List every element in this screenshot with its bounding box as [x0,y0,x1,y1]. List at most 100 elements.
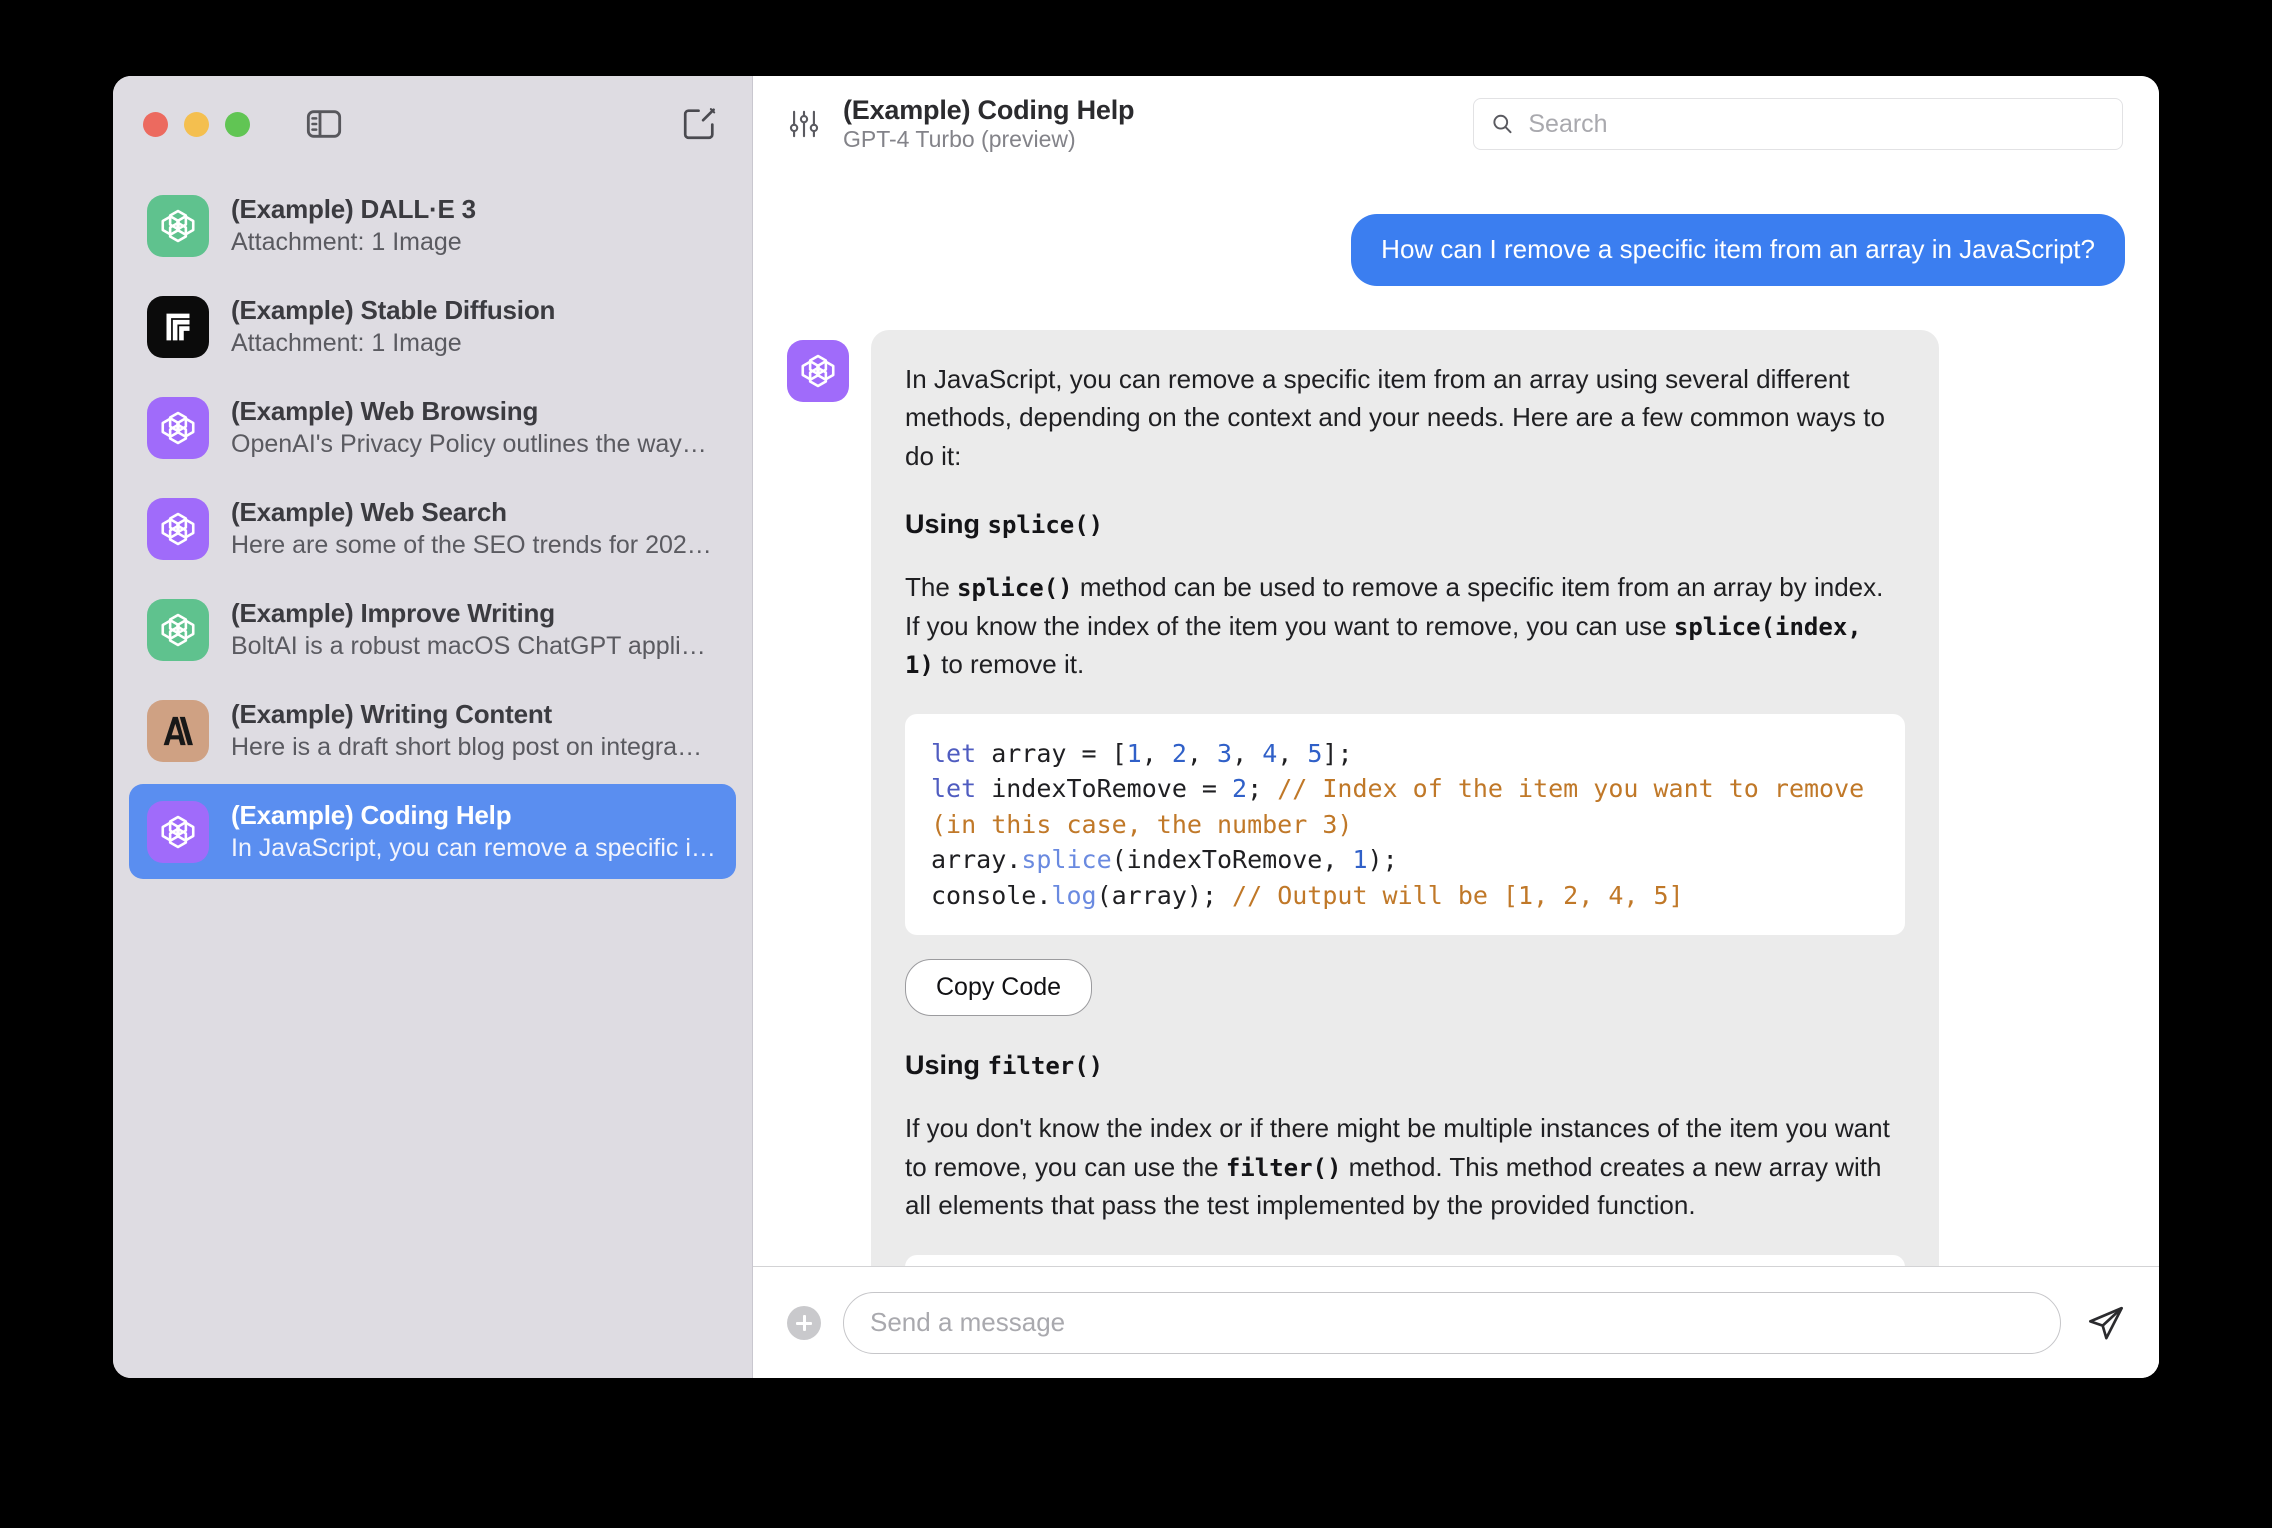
assistant-message-bubble: In JavaScript, you can remove a specific… [871,329,1939,1266]
openai-icon [155,607,201,653]
code-text: , [1141,738,1172,768]
conversation-title-block: (Example) Coding Help GPT-4 Turbo (previ… [843,95,1135,153]
chat-list-item-text: (Example) DALL·E 3 Attachment: 1 Image [231,194,718,257]
code-text: ]; [1322,738,1353,768]
splice-para-text-a: The [905,572,958,603]
message-input-field[interactable] [843,1291,2061,1354]
chat-list-item-preview: Here are some of the SEO trends for 202… [231,531,712,559]
chat-list-item-text: (Example) Web Search Here are some of the… [231,497,718,560]
openai-icon [795,348,841,394]
new-chat-button[interactable] [680,105,718,143]
code-text: (indexToRemove, [1111,845,1353,875]
chat-list-item-text: (Example) Stable Diffusion Attachment: 1 … [231,295,718,358]
chat-list-item[interactable]: (Example) Web Search Here are some of the… [129,481,736,576]
heading-prefix: Using [905,509,988,540]
avatar [787,339,849,402]
code-block-splice[interactable]: let array = [1, 2, 3, 4, 5]; let indexTo… [905,713,1905,936]
chat-list-item[interactable]: (Example) Web Browsing OpenAI's Privacy P… [129,380,736,475]
message-composer [753,1266,2159,1378]
search-input[interactable] [1528,109,2106,139]
openai-icon [155,203,201,249]
section-heading-splice: Using splice() [905,509,1905,540]
anthropic-icon [155,708,201,754]
traffic-lights [143,111,250,137]
chat-list[interactable]: (Example) DALL·E 3 Attachment: 1 Image (Ex… [113,172,752,1378]
splice-para-text-c: to remove it. [933,649,1085,680]
chat-list-item-preview: Attachment: 1 Image [231,228,462,256]
chat-list-item-preview: Here is a draft short blog post on integ… [231,733,703,761]
chat-list-item-text: (Example) Coding Help In JavaScript, you … [231,800,718,863]
code-text: ); [1367,845,1398,875]
chat-list-item-title: (Example) Writing Content [231,699,552,729]
avatar [147,699,209,762]
compose-icon [680,105,718,143]
chat-list-item[interactable]: (Example) Stable Diffusion Attachment: 1 … [129,279,736,374]
chat-list-item-title: (Example) DALL·E 3 [231,194,476,224]
code-function: splice [1021,845,1112,875]
code-block-filter-truncated[interactable] [905,1254,1905,1266]
message-row-assistant: In JavaScript, you can remove a specific… [787,329,2125,1266]
code-text: ; [1247,774,1278,804]
sidebar-toggle-button[interactable] [304,104,344,144]
sidebar: (Example) DALL·E 3 Attachment: 1 Image (Ex… [113,76,753,1378]
chat-settings-button[interactable] [787,107,821,141]
main-panel: (Example) Coding Help GPT-4 Turbo (previ… [753,76,2159,1378]
avatar [147,800,209,863]
heading-prefix: Using [905,1050,988,1081]
minimize-window-button[interactable] [184,111,209,137]
chat-list-item-text: (Example) Web Browsing OpenAI's Privacy P… [231,396,718,459]
copy-code-button[interactable]: Copy Code [905,959,1093,1017]
message-row-user: How can I remove a specific item from an… [787,214,2125,286]
code-number: 2 [1171,738,1187,768]
avatar [147,295,209,358]
code-text: (array); [1096,880,1233,910]
code-comment: // Output will be [1, 2, 4, 5] [1232,880,1684,910]
search-box[interactable] [1473,98,2123,150]
chat-list-item[interactable]: (Example) Improve Writing BoltAI is a rob… [129,582,736,677]
avatar [147,194,209,257]
chat-list-item-title: (Example) Stable Diffusion [231,295,556,325]
chat-list-item-title: (Example) Web Search [231,497,507,527]
chat-list-item[interactable]: (Example) Writing Content Here is a draft… [129,683,736,778]
chat-list-item-preview: Attachment: 1 Image [231,329,462,357]
model-label: GPT-4 Turbo (preview) [843,126,1076,153]
code-text: console. [931,880,1052,910]
avatar [147,497,209,560]
conversation-scroll-area[interactable]: How can I remove a specific item from an… [753,172,2159,1266]
openai-icon [155,506,201,552]
heading-code-filter: filter() [987,1052,1104,1081]
add-attachment-button[interactable] [787,1305,821,1340]
send-message-button[interactable] [2083,1303,2129,1343]
code-text: , [1232,738,1263,768]
chat-list-item-title: (Example) Improve Writing [231,598,555,628]
code-text: indexToRemove = [976,774,1233,804]
chat-list-item-preview: OpenAI's Privacy Policy outlines the way… [231,430,707,458]
code-number: 5 [1307,738,1323,768]
search-icon [1490,111,1514,137]
code-number: 2 [1232,774,1248,804]
zoom-window-button[interactable] [225,111,250,137]
chat-list-item[interactable]: (Example) Coding Help In JavaScript, you … [129,784,736,879]
stability-icon [155,304,201,350]
code-text: array = [ [976,738,1127,768]
heading-code-splice: splice() [987,511,1104,540]
sidebar-toggle-icon [304,104,344,144]
chat-list-item-preview: BoltAI is a robust macOS ChatGPT applic… [231,632,718,660]
code-text: , [1186,738,1218,768]
sidebar-toolbar [113,76,752,172]
send-icon [2086,1303,2126,1343]
openai-icon [155,809,201,855]
conversation-header: (Example) Coding Help GPT-4 Turbo (previ… [753,76,2159,172]
close-window-button[interactable] [143,111,168,137]
code-number: 1 [1126,738,1142,768]
chat-list-item[interactable]: (Example) DALL·E 3 Attachment: 1 Image [129,178,736,273]
chat-list-item-text: (Example) Improve Writing BoltAI is a rob… [231,598,718,661]
message-input[interactable] [870,1307,2034,1338]
splice-description-paragraph: The splice() method can be used to remov… [905,568,1905,684]
sliders-icon [787,107,821,141]
openai-icon [155,405,201,451]
app-window: (Example) DALL·E 3 Attachment: 1 Image (Ex… [113,76,2159,1378]
chat-list-item-title: (Example) Coding Help [231,800,512,830]
avatar [147,598,209,661]
code-text: , [1277,738,1308,768]
